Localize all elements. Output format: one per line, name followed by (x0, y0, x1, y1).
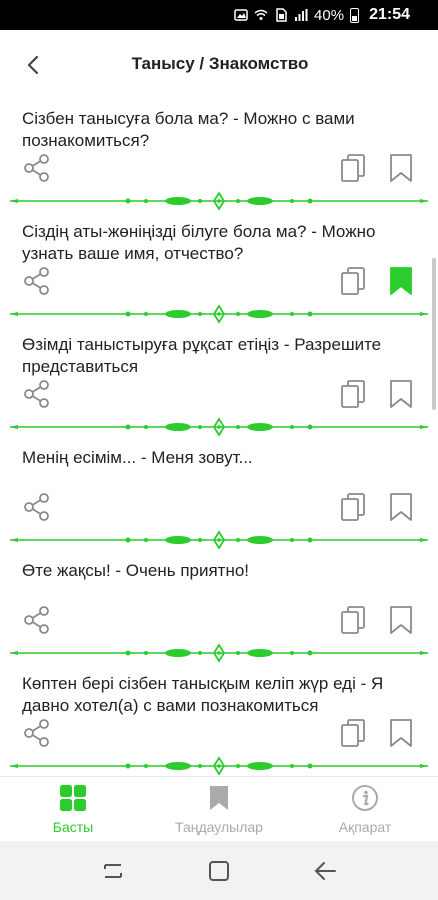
share-button[interactable] (22, 379, 52, 409)
system-navigation (0, 841, 438, 900)
sim-icon (276, 8, 287, 22)
divider (10, 191, 428, 211)
bookmark-button[interactable] (387, 718, 415, 748)
scrollbar[interactable] (432, 258, 436, 410)
share-icon (24, 267, 49, 295)
copy-button[interactable] (339, 153, 367, 183)
bookmark-outline-icon (390, 606, 412, 634)
chevron-left-icon (27, 55, 39, 75)
bookmark-button[interactable] (387, 492, 415, 522)
nav-item-info[interactable]: Ақпарат (292, 777, 438, 841)
phrase-text: Сізбен танысуға бола ма? - Можно с вами … (22, 109, 355, 150)
phrase-list[interactable]: Көптен бері сізбен танысқым келіп жүр ед… (0, 98, 438, 776)
info-icon (350, 783, 380, 813)
copy-icon (341, 267, 365, 295)
copy-icon (341, 380, 365, 408)
share-button[interactable] (22, 605, 52, 635)
wifi-icon (254, 9, 268, 20)
phrase-text: Сіздің аты-жөніңізді білуге бола ма? - М… (22, 222, 376, 263)
share-button[interactable] (22, 153, 52, 183)
page-title: Танысу / Знакомство (131, 54, 309, 73)
bookmark-outline-icon (390, 380, 412, 408)
copy-icon (341, 719, 365, 747)
bookmark-icon (204, 783, 234, 813)
copy-button[interactable] (339, 492, 367, 522)
divider (10, 530, 428, 550)
divider (10, 756, 428, 776)
list-item: Сіздің аты-жөніңізді білуге бола ма? - М… (0, 211, 438, 324)
arrow-left-icon (314, 861, 336, 880)
copy-icon (341, 493, 365, 521)
ornamental-divider (10, 530, 428, 550)
ornamental-divider (10, 643, 428, 663)
list-item: Менің есімім... - Меня зовут... (0, 437, 438, 550)
ornamental-divider (10, 191, 428, 211)
nav-label-home: Басты (52, 819, 94, 835)
bookmark-button[interactable] (387, 153, 415, 183)
bookmark-button[interactable] (387, 379, 415, 409)
ornamental-divider (10, 304, 428, 324)
bookmark-outline-icon (390, 719, 412, 747)
share-button[interactable] (22, 266, 52, 296)
copy-button[interactable] (339, 266, 367, 296)
bottom-navigation: Басты Таңдаулылар Ақпарат (0, 776, 438, 841)
status-bar: 40% 21:54 (0, 0, 438, 30)
battery-percent: 40% (314, 6, 345, 24)
image-notification-icon (234, 9, 248, 21)
status-icons: 40% 21:54 (234, 6, 410, 24)
copy-button[interactable] (339, 718, 367, 748)
share-icon (24, 606, 49, 634)
list-item: Көптен бері сізбен танысқым келіп жүр ед… (0, 663, 438, 776)
nav-item-favorites[interactable]: Таңдаулылар (146, 777, 292, 841)
app-header: Танысу / Знакомство (0, 30, 438, 98)
ornamental-divider (10, 417, 428, 437)
phrase-text: Көптен бері сізбен танысқым келіп жүр ед… (22, 674, 384, 715)
bookmark-outline-icon (390, 154, 412, 182)
clock: 21:54 (369, 6, 410, 23)
nav-label-info: Ақпарат (338, 819, 392, 835)
copy-button[interactable] (339, 379, 367, 409)
ornamental-divider (10, 756, 428, 776)
list-item: Сізбен танысуға бола ма? - Можно с вами … (0, 98, 438, 211)
divider (10, 304, 428, 324)
recent-apps-button[interactable] (98, 856, 128, 886)
copy-icon (341, 154, 365, 182)
nav-label-favorites: Таңдаулылар (175, 819, 263, 835)
signal-icon (295, 9, 308, 21)
bookmark-button[interactable] (387, 605, 415, 635)
battery-icon (350, 7, 360, 23)
bookmark-button[interactable] (387, 266, 415, 296)
phrase-text: Өзімді таныстыруға рұқсат етіңіз - Разре… (22, 335, 382, 376)
home-square-icon (209, 860, 229, 881)
list-item: Өте жақсы! - Очень приятно! (0, 550, 438, 663)
share-icon (24, 154, 49, 182)
copy-button[interactable] (339, 605, 367, 635)
share-icon (24, 380, 49, 408)
share-icon (24, 719, 49, 747)
share-icon (24, 493, 49, 521)
phrase-text: Өте жақсы! - Очень приятно! (22, 561, 250, 580)
list-item: Өзімді таныстыруға рұқсат етіңіз - Разре… (0, 324, 438, 437)
back-button[interactable] (18, 49, 50, 81)
share-button[interactable] (22, 718, 52, 748)
bookmark-filled-icon (390, 267, 412, 295)
share-button[interactable] (22, 492, 52, 522)
copy-icon (341, 606, 365, 634)
phrase-text: Менің есімім... - Меня зовут... (22, 448, 253, 467)
recent-apps-icon (104, 863, 122, 878)
divider (10, 643, 428, 663)
nav-item-home[interactable]: Басты (0, 777, 146, 841)
bookmark-outline-icon (390, 493, 412, 521)
system-back-button[interactable] (310, 856, 340, 886)
divider (10, 417, 428, 437)
grid-icon (58, 783, 88, 813)
home-button[interactable] (204, 856, 234, 886)
